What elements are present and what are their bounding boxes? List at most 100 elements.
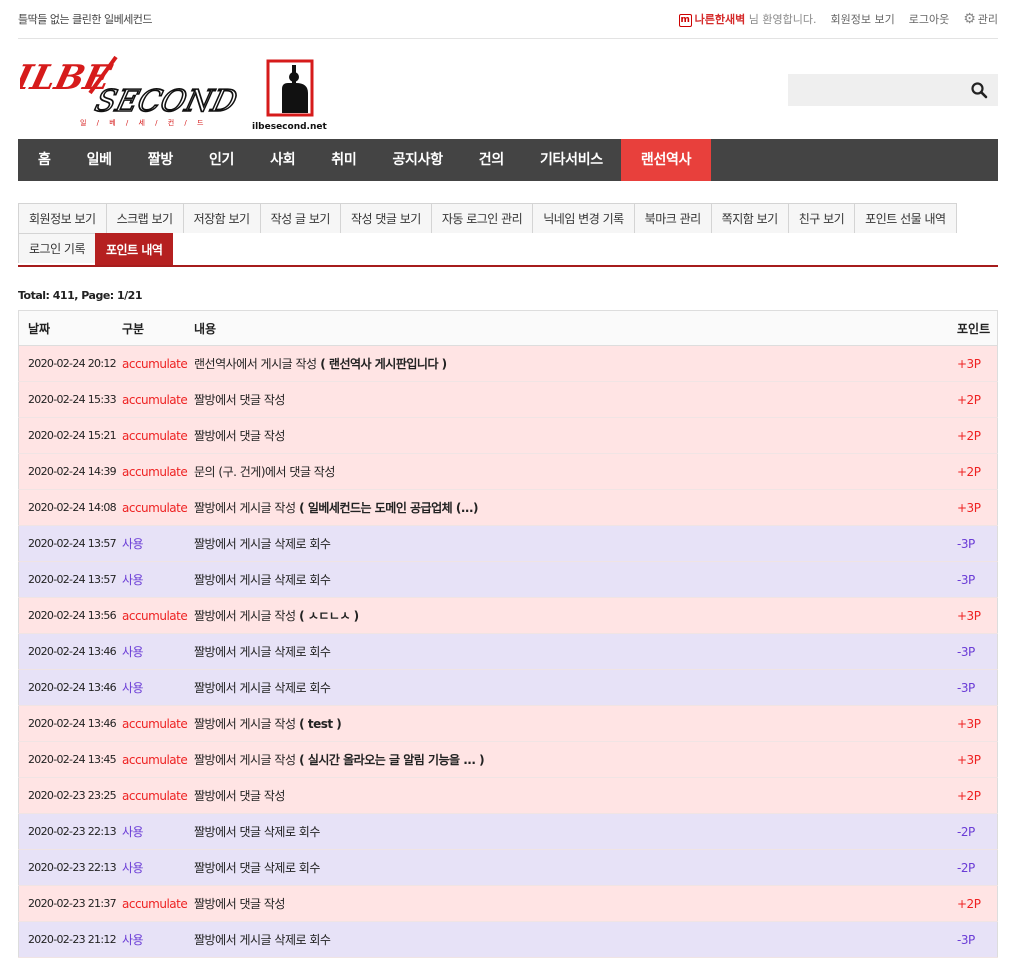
table-row: 2020-02-24 13:46 사용 짤방에서 게시글 삭제로 회수 -3P	[18, 633, 998, 670]
row-content: 짤방에서 게시글 작성 ( test )	[194, 705, 957, 742]
tab-my-comments[interactable]: 작성 댓글 보기	[339, 203, 432, 233]
nav-images[interactable]: 짤방	[130, 139, 191, 181]
point-history-table: 날짜 구분 내용 포인트 2020-02-24 20:12 accumulate 랜…	[18, 310, 998, 958]
row-content-text: 짤방에서 댓글 삭제로 회수	[194, 861, 320, 875]
row-date: 2020-02-23 23:25	[18, 777, 122, 814]
tab-nickname-history[interactable]: 닉네임 변경 기록	[532, 203, 635, 233]
row-content-text: 랜선역사에서 게시글 작성	[194, 357, 317, 371]
nav-ilbe[interactable]: 일베	[69, 139, 130, 181]
tab-messages[interactable]: 쪽지함 보기	[710, 203, 789, 233]
row-content-text: 짤방에서 게시글 작성	[194, 753, 296, 767]
tab-member-info[interactable]: 회원정보 보기	[18, 203, 107, 233]
row-content-text: 문의 (구. 건게)에서 댓글 작성	[194, 465, 335, 479]
nav-popular[interactable]: 인기	[191, 139, 252, 181]
nav-suggestion[interactable]: 건의	[461, 139, 522, 181]
table-row: 2020-02-24 14:39 accumulate 문의 (구. 건게)에서 댓…	[18, 453, 998, 490]
col-points: 포인트	[957, 310, 998, 346]
logo-figure-head	[289, 72, 299, 82]
user-welcome: m 나른한새벽 님 환영합니다.	[678, 11, 817, 27]
nav-other-services[interactable]: 기타서비스	[522, 139, 621, 181]
row-points: -2P	[957, 849, 998, 886]
row-type: accumulate	[122, 417, 194, 454]
row-date: 2020-02-24 13:46	[18, 633, 122, 670]
table-row: 2020-02-24 15:21 accumulate 짤방에서 댓글 작성 +2P	[18, 417, 998, 454]
nav-home[interactable]: 홈	[18, 139, 69, 181]
row-content-title[interactable]: ( 랜선역사 게시판입니다 )	[317, 357, 447, 371]
row-date: 2020-02-24 14:39	[18, 453, 122, 490]
greeting-text: 님 환영합니다.	[748, 13, 817, 26]
col-type: 구분	[122, 310, 194, 346]
row-content: 짤방에서 게시글 삭제로 회수	[194, 921, 957, 958]
table-row: 2020-02-23 22:13 사용 짤방에서 댓글 삭제로 회수 -2P	[18, 813, 998, 850]
table-row: 2020-02-23 21:37 accumulate 짤방에서 댓글 작성 +2P	[18, 885, 998, 922]
row-content: 짤방에서 댓글 삭제로 회수	[194, 813, 957, 850]
row-content-title[interactable]: ( test )	[296, 717, 342, 731]
row-date: 2020-02-24 13:46	[18, 669, 122, 706]
nav-notice[interactable]: 공지사항	[374, 139, 460, 181]
page: 틀딱들 없는 클린한 일베세컨드 m 나른한새벽 님 환영합니다. 회원정보 보기…	[18, 0, 998, 958]
row-points: +2P	[957, 885, 998, 922]
table-row: 2020-02-23 23:25 accumulate 짤방에서 댓글 작성 +2P	[18, 777, 998, 814]
row-points: +3P	[957, 741, 998, 778]
table-row: 2020-02-23 22:13 사용 짤방에서 댓글 삭제로 회수 -2P	[18, 849, 998, 886]
row-content-title[interactable]: ( 일베세컨드는 도메인 공급업체 (...)	[296, 501, 478, 515]
row-content-title[interactable]: ( 실시간 올라오는 글 알림 기능을 ... )	[296, 753, 484, 767]
row-points: +3P	[957, 597, 998, 634]
row-type: 사용	[122, 921, 194, 958]
row-content: 짤방에서 댓글 작성	[194, 417, 957, 454]
row-points: -3P	[957, 561, 998, 598]
row-date: 2020-02-24 13:57	[18, 525, 122, 562]
logo-text-second: SECOND	[92, 84, 241, 118]
row-content: 짤방에서 댓글 작성	[194, 885, 957, 922]
row-content-text: 짤방에서 게시글 삭제로 회수	[194, 537, 331, 551]
row-content-text: 짤방에서 게시글 작성	[194, 717, 296, 731]
row-date: 2020-02-23 22:13	[18, 849, 122, 886]
tab-auto-login[interactable]: 자동 로그인 관리	[430, 203, 534, 233]
row-points: +2P	[957, 417, 998, 454]
tab-friends[interactable]: 친구 보기	[787, 203, 856, 233]
member-info-link[interactable]: 회원정보 보기	[830, 11, 894, 27]
row-content: 문의 (구. 건게)에서 댓글 작성	[194, 453, 957, 490]
row-content: 짤방에서 게시글 삭제로 회수	[194, 525, 957, 562]
list-summary: Total: 411, Page: 1/21	[18, 289, 142, 302]
row-content-text: 짤방에서 댓글 삭제로 회수	[194, 825, 320, 839]
row-date: 2020-02-24 15:33	[18, 381, 122, 418]
row-content: 짤방에서 게시글 작성 ( 실시간 올라오는 글 알림 기능을 ... )	[194, 741, 957, 778]
tab-saved[interactable]: 저장함 보기	[182, 203, 261, 233]
row-type: accumulate	[122, 885, 194, 922]
row-date: 2020-02-23 21:37	[18, 885, 122, 922]
tab-bookmarks[interactable]: 북마크 관리	[633, 203, 712, 233]
user-nickname[interactable]: 나른한새벽	[695, 13, 746, 26]
row-content-title[interactable]: ( ㅅㄷㄴㅅ )	[296, 609, 359, 623]
row-points: +2P	[957, 777, 998, 814]
logout-link[interactable]: 로그아웃	[909, 11, 949, 27]
nav-lan-history[interactable]: 랜선역사	[620, 139, 712, 181]
row-points: -3P	[957, 633, 998, 670]
row-content: 짤방에서 게시글 삭제로 회수	[194, 669, 957, 706]
row-type: accumulate	[122, 777, 194, 814]
admin-label: 관리	[977, 13, 998, 26]
row-date: 2020-02-23 22:13	[18, 813, 122, 850]
search-box[interactable]	[788, 74, 998, 106]
admin-link[interactable]: ⚙ 관리	[963, 11, 998, 27]
table-row: 2020-02-24 13:57 사용 짤방에서 게시글 삭제로 회수 -3P	[18, 561, 998, 598]
row-content: 짤방에서 댓글 작성	[194, 777, 957, 814]
row-points: +2P	[957, 381, 998, 418]
search-icon[interactable]	[970, 81, 988, 99]
nav-society[interactable]: 사회	[252, 139, 313, 181]
nav-hobby[interactable]: 취미	[313, 139, 374, 181]
row-points: +3P	[957, 489, 998, 526]
row-content-text: 짤방에서 게시글 삭제로 회수	[194, 645, 331, 659]
tab-scrap[interactable]: 스크랩 보기	[105, 203, 184, 233]
tab-my-posts[interactable]: 작성 글 보기	[259, 203, 341, 233]
table-row: 2020-02-24 15:33 accumulate 짤방에서 댓글 작성 +2P	[18, 381, 998, 418]
tab-point-history[interactable]: 포인트 내역	[95, 233, 174, 265]
row-points: +3P	[957, 345, 998, 382]
tab-login-history[interactable]: 로그인 기록	[18, 233, 97, 263]
row-date: 2020-02-24 15:21	[18, 417, 122, 454]
logo-domain: ilbesecond.net	[252, 122, 327, 132]
tab-point-gifts[interactable]: 포인트 선물 내역	[854, 203, 957, 233]
site-logo[interactable]: ILBE SECOND 일 / 베 / 세 / 컨 / 드 ilbesecond…	[20, 53, 340, 133]
row-content-text: 짤방에서 게시글 삭제로 회수	[194, 573, 331, 587]
row-content-text: 짤방에서 게시글 삭제로 회수	[194, 681, 331, 695]
